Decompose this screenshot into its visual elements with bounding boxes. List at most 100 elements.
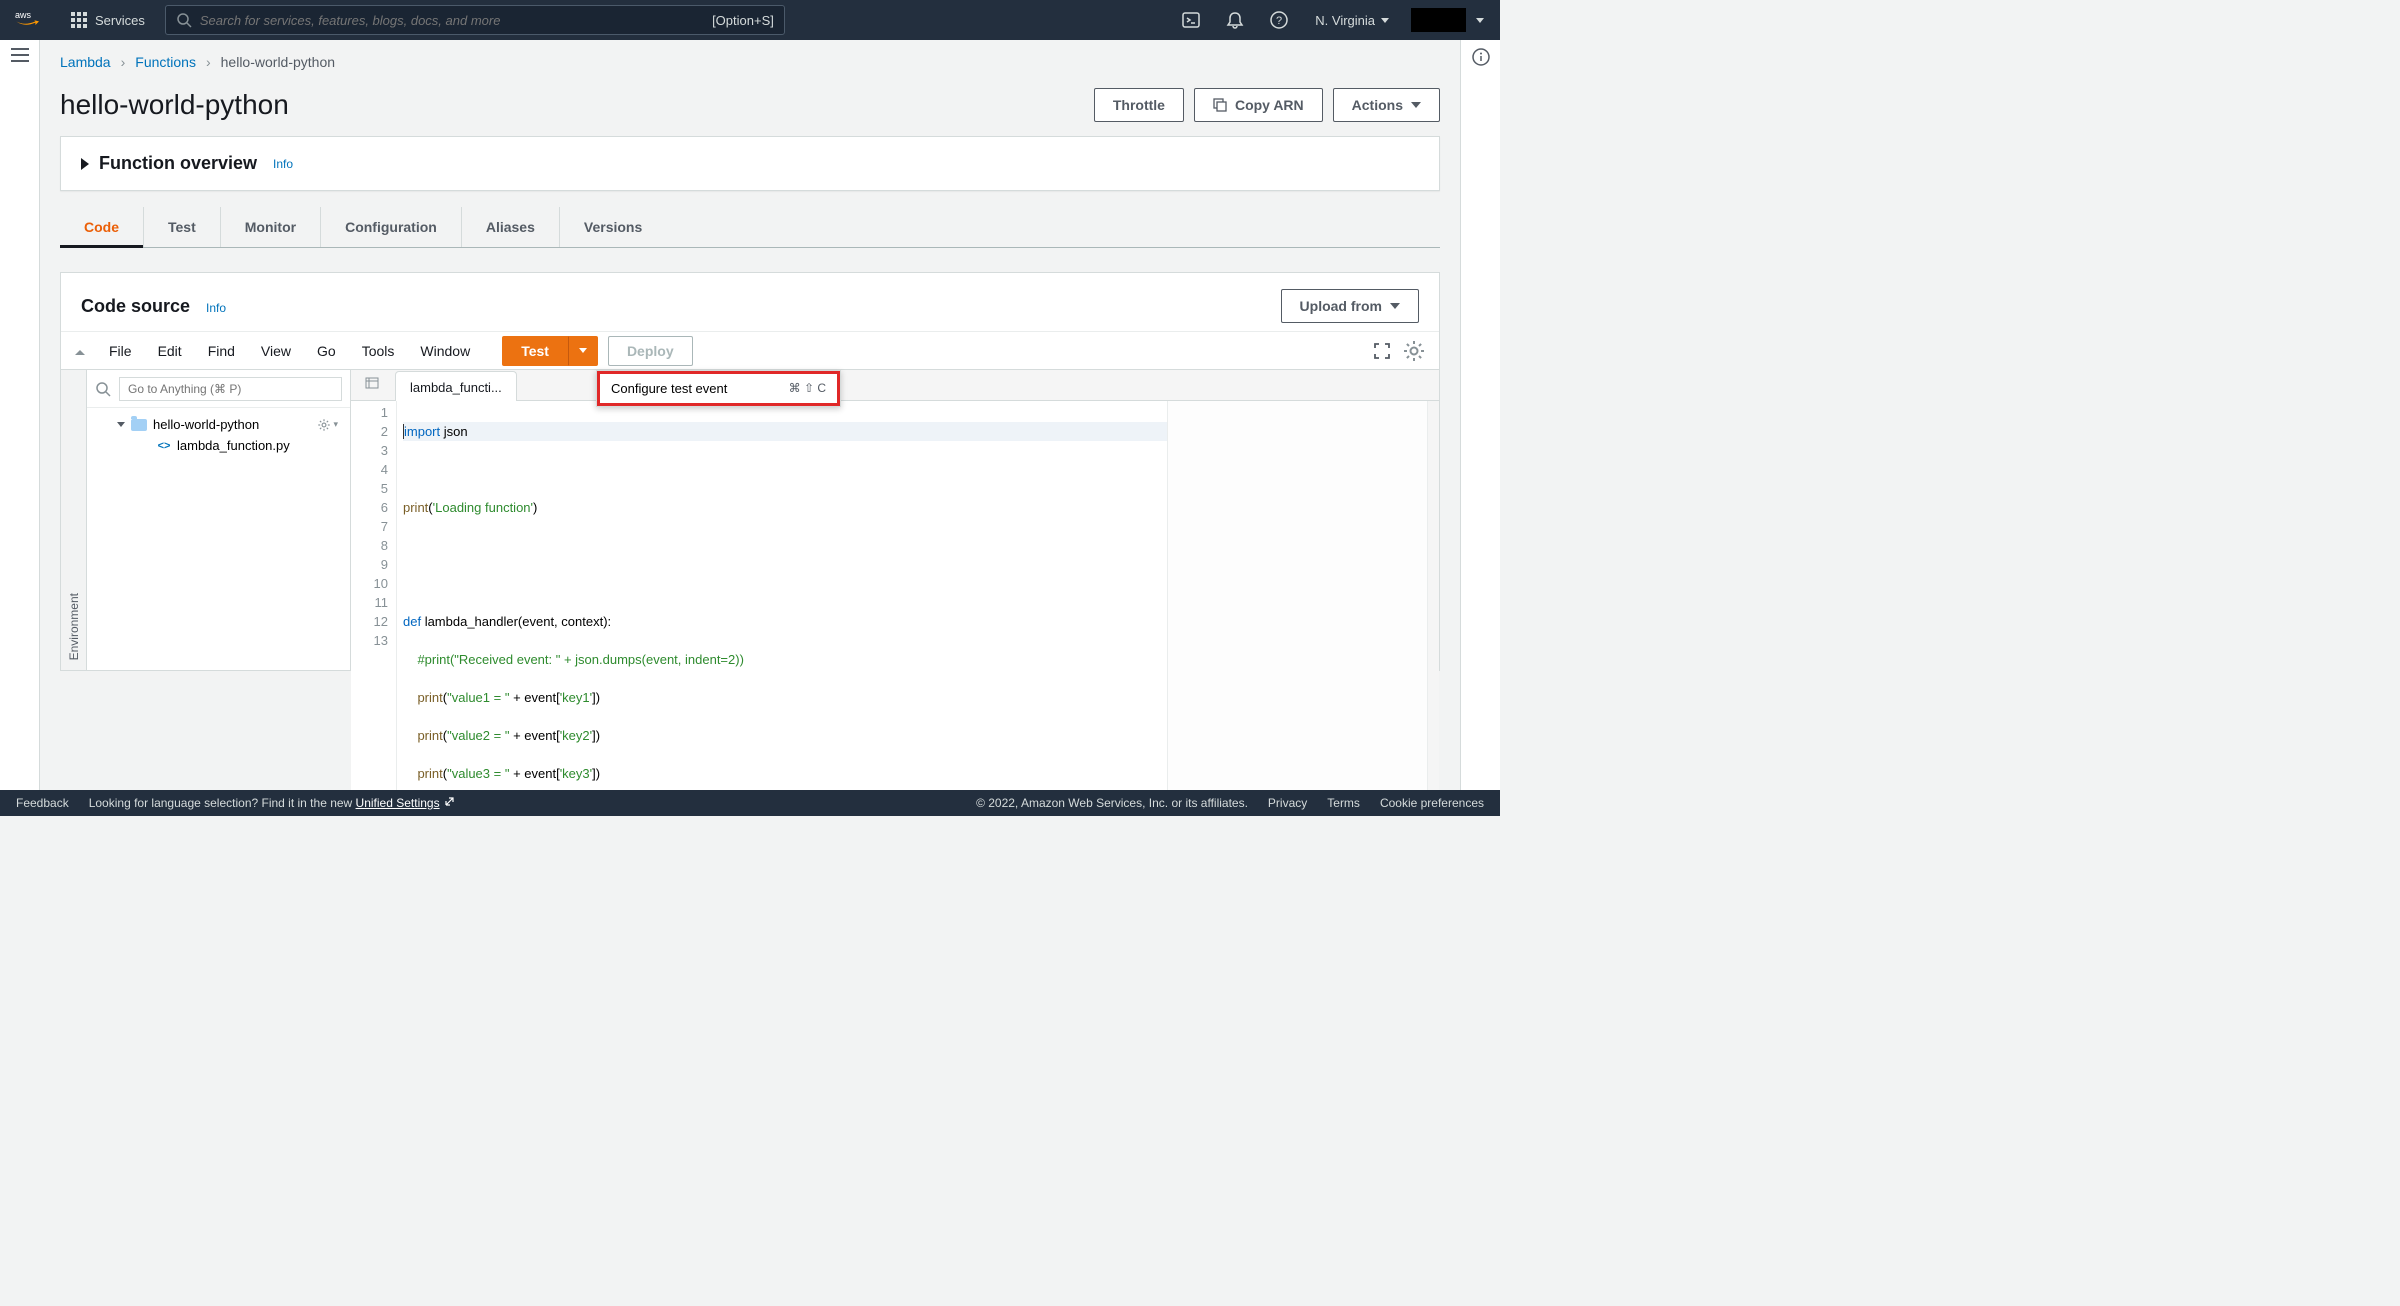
cloud9-ide: File Edit Find View Go Tools Window Test…: [61, 331, 1439, 670]
tab-test[interactable]: Test: [144, 207, 221, 247]
hamburger-icon[interactable]: [11, 48, 29, 62]
configure-test-event-item[interactable]: Configure test event ⌘ ⇧ C: [597, 371, 840, 406]
breadcrumb-current: hello-world-python: [221, 54, 335, 70]
external-link-icon: [444, 796, 455, 807]
unified-settings-link[interactable]: Unified Settings: [356, 796, 455, 810]
function-tabs: Code Test Monitor Configuration Aliases …: [60, 207, 1440, 248]
menu-go[interactable]: Go: [305, 337, 348, 365]
ide-test-dropdown-button[interactable]: [568, 336, 598, 366]
code-source-panel: Code source Info Upload from File Edit F…: [60, 272, 1440, 671]
menu-view[interactable]: View: [249, 337, 303, 365]
ide-siderail: Environment: [61, 370, 87, 670]
tree-file-lambda[interactable]: <> lambda_function.py: [91, 435, 346, 456]
tab-monitor[interactable]: Monitor: [221, 207, 321, 247]
caret-down-icon: [117, 422, 125, 427]
editor-scrollbar[interactable]: [1427, 401, 1439, 790]
breadcrumb-functions[interactable]: Functions: [135, 54, 196, 70]
tab-code[interactable]: Code: [60, 207, 144, 247]
aws-logo[interactable]: aws: [15, 8, 51, 33]
tab-aliases[interactable]: Aliases: [462, 207, 560, 247]
go-to-anything-input[interactable]: [119, 377, 342, 401]
menu-file[interactable]: File: [97, 337, 144, 365]
breadcrumb: Lambda › Functions › hello-world-python: [60, 54, 1440, 70]
services-label: Services: [95, 13, 145, 28]
test-dropdown-menu: Configure test event ⌘ ⇧ C: [596, 370, 841, 407]
region-selector[interactable]: N. Virginia: [1303, 0, 1401, 40]
caret-down-icon: [1390, 303, 1400, 309]
editor-tab-lambda[interactable]: lambda_functi...: [395, 371, 517, 401]
ide-editor: lambda_functi... 12345678910111213 impor…: [351, 370, 1439, 670]
account-redacted[interactable]: [1411, 8, 1466, 32]
svg-text:?: ?: [1276, 15, 1282, 27]
menu-edit[interactable]: Edit: [146, 337, 194, 365]
function-overview-panel: Function overview Info: [60, 136, 1440, 191]
caret-down-icon: [1381, 18, 1389, 23]
top-nav: aws Services [Option+S] ? N. Virginia: [0, 0, 1500, 40]
tree-folder-root[interactable]: hello-world-python ▾: [91, 414, 346, 435]
menu-find[interactable]: Find: [196, 337, 247, 365]
lang-hint: Looking for language selection? Find it …: [89, 796, 455, 810]
file-name: lambda_function.py: [177, 438, 290, 453]
info-link[interactable]: Info: [206, 301, 226, 315]
info-link[interactable]: Info: [273, 157, 293, 171]
menu-tools[interactable]: Tools: [350, 337, 407, 365]
ide-menubar: File Edit Find View Go Tools Window Test…: [61, 332, 1439, 370]
search-icon: [176, 12, 192, 28]
cloudshell-icon[interactable]: [1171, 0, 1211, 40]
breadcrumb-lambda[interactable]: Lambda: [60, 54, 111, 70]
ide-file-explorer: hello-world-python ▾ <> lambda_function.…: [87, 370, 351, 670]
code-source-title: Code source Info: [81, 296, 226, 317]
tab-versions[interactable]: Versions: [560, 207, 666, 247]
global-search[interactable]: [Option+S]: [165, 5, 785, 35]
throttle-button[interactable]: Throttle: [1094, 88, 1184, 122]
caret-down-icon: [1411, 102, 1421, 108]
main-content: Lambda › Functions › hello-world-python …: [40, 40, 1460, 790]
svg-text:aws: aws: [15, 9, 32, 19]
upload-from-button[interactable]: Upload from: [1281, 289, 1419, 323]
fullscreen-icon[interactable]: [1373, 342, 1391, 360]
environment-label[interactable]: Environment: [67, 583, 81, 670]
chevron-right-icon: ›: [121, 54, 126, 70]
notifications-icon[interactable]: [1215, 0, 1255, 40]
search-icon[interactable]: [95, 381, 111, 397]
copy-arn-button[interactable]: Copy ARN: [1194, 88, 1323, 122]
folder-icon: [131, 419, 147, 431]
cookie-preferences-link[interactable]: Cookie preferences: [1380, 796, 1484, 810]
ide-deploy-button[interactable]: Deploy: [608, 336, 693, 366]
account-caret-icon: [1476, 18, 1484, 23]
code-editor[interactable]: 12345678910111213 import json print('Loa…: [351, 401, 1167, 790]
console-footer: Feedback Looking for language selection?…: [0, 790, 1500, 816]
tab-history-icon[interactable]: [355, 376, 389, 395]
caret-down-icon: [579, 348, 587, 353]
actions-button[interactable]: Actions: [1333, 88, 1440, 122]
terms-link[interactable]: Terms: [1327, 796, 1360, 810]
gear-icon[interactable]: [1403, 340, 1425, 362]
grid-icon: [71, 12, 87, 28]
minimap[interactable]: [1167, 401, 1427, 790]
line-gutter: 12345678910111213: [351, 401, 397, 790]
collapse-icon[interactable]: [67, 342, 93, 360]
gear-icon[interactable]: ▾: [317, 418, 342, 432]
tab-configuration[interactable]: Configuration: [321, 207, 462, 247]
expand-icon[interactable]: [81, 158, 89, 170]
privacy-link[interactable]: Privacy: [1268, 796, 1307, 810]
left-nav-collapsed: [0, 40, 40, 790]
right-info-rail: [1460, 40, 1500, 790]
services-button[interactable]: Services: [61, 0, 155, 40]
ide-test-button[interactable]: Test: [502, 336, 568, 366]
code-content[interactable]: import json print('Loading function') de…: [397, 401, 1167, 790]
info-icon[interactable]: [1472, 48, 1490, 66]
keyboard-shortcut: ⌘ ⇧ C: [789, 381, 826, 396]
page-title: hello-world-python: [60, 89, 289, 121]
search-shortcut: [Option+S]: [712, 13, 774, 28]
overview-title: Function overview: [99, 153, 257, 174]
chevron-right-icon: ›: [206, 54, 211, 70]
copyright-text: © 2022, Amazon Web Services, Inc. or its…: [976, 796, 1248, 810]
python-file-icon: <>: [157, 439, 171, 453]
region-label: N. Virginia: [1315, 13, 1375, 28]
menu-window[interactable]: Window: [408, 337, 482, 365]
folder-name: hello-world-python: [153, 417, 259, 432]
search-input[interactable]: [200, 13, 712, 28]
feedback-link[interactable]: Feedback: [16, 796, 69, 810]
help-icon[interactable]: ?: [1259, 0, 1299, 40]
